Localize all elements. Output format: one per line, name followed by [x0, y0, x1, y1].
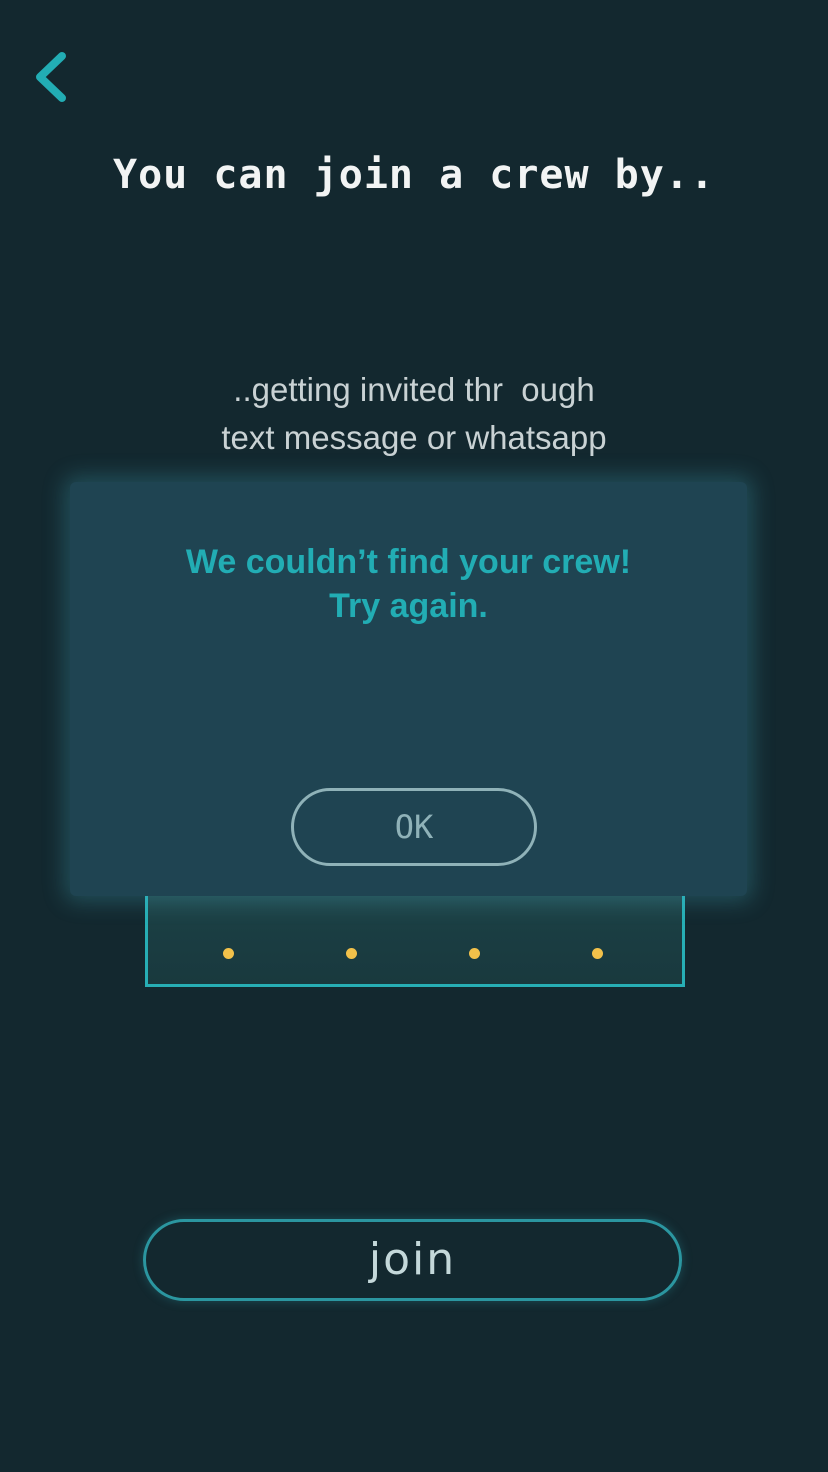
error-message-line-2: Try again.: [329, 587, 488, 625]
page-title: You can join a crew by..: [113, 152, 715, 198]
code-digit-placeholder: [346, 948, 357, 959]
instructions-text: ..getting invited thr ough text message …: [0, 366, 828, 462]
error-dialog: We couldn’t find your crew! Try again. O…: [70, 482, 747, 896]
error-message-line-1: We couldn’t find your crew!: [185, 543, 632, 581]
code-digit-placeholder: [223, 948, 234, 959]
back-button[interactable]: [24, 44, 84, 110]
instructions-line-1: ..getting invited thr ough: [233, 371, 595, 408]
ok-button[interactable]: OK: [291, 788, 537, 866]
join-button[interactable]: join: [143, 1219, 682, 1301]
instructions-line-2: text message or whatsapp: [221, 419, 607, 456]
error-message: We couldn’t find your crew! Try again.: [70, 540, 747, 628]
code-digit-placeholder: [469, 948, 480, 959]
chevron-left-icon: [36, 52, 66, 102]
code-digit-placeholder: [592, 948, 603, 959]
